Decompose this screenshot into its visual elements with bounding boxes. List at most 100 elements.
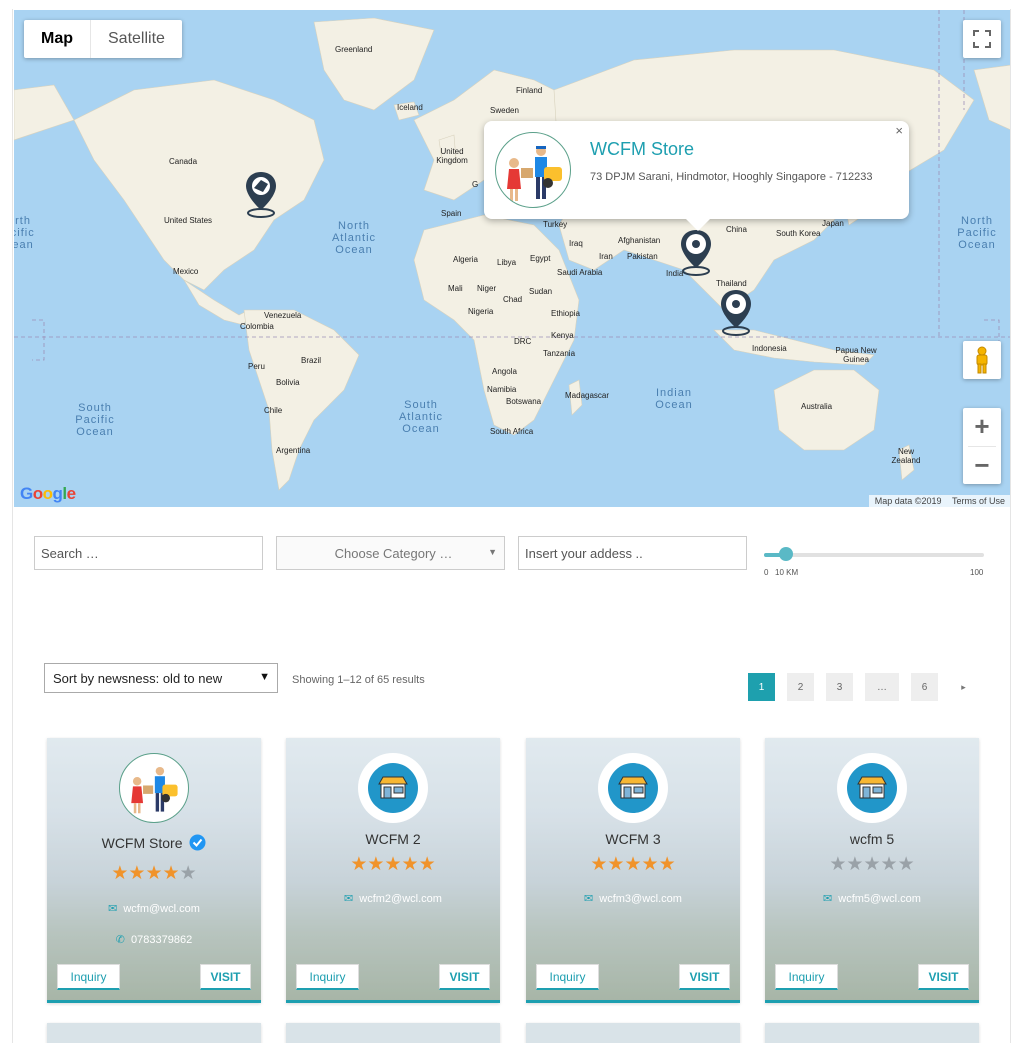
fullscreen-button[interactable] bbox=[963, 20, 1001, 58]
shop-icon bbox=[847, 763, 897, 813]
page-button-6[interactable]: 6 bbox=[911, 673, 938, 701]
slider-track bbox=[764, 553, 984, 557]
label-indian-ocean: Indian Ocean bbox=[655, 387, 693, 411]
store-marker-icon[interactable] bbox=[718, 288, 754, 336]
inquiry-button[interactable]: Inquiry bbox=[57, 964, 120, 990]
visit-button[interactable]: VISIT bbox=[918, 964, 969, 990]
label-venezuela: Venezuela bbox=[264, 311, 302, 320]
star-filled-icon: ★ bbox=[350, 854, 368, 875]
visit-button[interactable]: VISIT bbox=[200, 964, 251, 990]
star-empty-icon: ★ bbox=[880, 854, 898, 875]
star-filled-icon: ★ bbox=[624, 854, 642, 875]
store-name[interactable]: WCFM 2 bbox=[286, 831, 500, 847]
label-argentina: Argentina bbox=[276, 446, 311, 455]
store-email[interactable]: ✉ wcfm@wcl.com bbox=[47, 902, 261, 915]
page-button-3[interactable]: 3 bbox=[826, 673, 853, 701]
star-filled-icon: ★ bbox=[658, 854, 676, 875]
page-button-1[interactable]: 1 bbox=[748, 673, 775, 701]
label-north-pacific-left: North Pacific Ocean bbox=[14, 215, 35, 251]
sort-label: Sort by newsness: old to new bbox=[53, 670, 223, 686]
street-view-pegman-button[interactable] bbox=[963, 341, 1001, 379]
store-avatar[interactable] bbox=[598, 753, 668, 823]
next-page-icon[interactable]: ▸ bbox=[950, 673, 977, 701]
inquiry-button[interactable]: Inquiry bbox=[775, 964, 838, 990]
store-name[interactable]: wcfm 5 bbox=[765, 831, 979, 847]
delivery-illustration-icon bbox=[131, 766, 178, 814]
sort-select[interactable]: Sort by newsness: old to new ▼ bbox=[44, 663, 278, 693]
store-email-text: wcfm@wcl.com bbox=[123, 903, 200, 915]
results-count: Showing 1–12 of 65 results bbox=[292, 674, 425, 686]
label-egypt: Egypt bbox=[530, 254, 551, 263]
store-info-window: WCFM Store 73 DPJM Sarani, Hindmotor, Ho… bbox=[484, 121, 909, 231]
star-filled-icon: ★ bbox=[367, 854, 385, 875]
visit-button[interactable]: VISIT bbox=[679, 964, 730, 990]
label-botswana: Botswana bbox=[506, 397, 542, 406]
label-madagascar: Madagascar bbox=[565, 391, 610, 400]
star-filled-icon: ★ bbox=[401, 854, 419, 875]
store-email[interactable]: ✉ wcfm3@wcl.com bbox=[526, 892, 740, 905]
slider-handle[interactable] bbox=[779, 547, 793, 561]
label-chad: Chad bbox=[503, 295, 523, 304]
label-iran: Iran bbox=[599, 252, 613, 261]
zoom-in-button[interactable]: + bbox=[963, 408, 1001, 446]
label-drc: DRC bbox=[514, 337, 532, 346]
star-empty-icon: ★ bbox=[179, 863, 197, 884]
store-email-text: wcfm2@wcl.com bbox=[359, 893, 442, 905]
store-avatar[interactable] bbox=[119, 753, 189, 823]
star-filled-icon: ★ bbox=[590, 854, 608, 875]
search-input[interactable]: Search … bbox=[34, 536, 263, 570]
store-rating: ★★★★★ bbox=[526, 853, 740, 876]
address-input[interactable]: Insert your addess .. bbox=[518, 536, 747, 570]
star-filled-icon: ★ bbox=[145, 863, 163, 884]
label-australia: Australia bbox=[801, 402, 833, 411]
label-canada: Canada bbox=[169, 157, 198, 166]
category-select[interactable]: Choose Category … ▼ bbox=[276, 536, 505, 570]
store-card-partial bbox=[47, 1023, 261, 1043]
store-name[interactable]: WCFM Store bbox=[47, 834, 261, 851]
info-window-title[interactable]: WCFM Store bbox=[590, 139, 694, 160]
store-marker-icon[interactable] bbox=[243, 170, 279, 218]
store-avatar[interactable] bbox=[358, 753, 428, 823]
label-kenya: Kenya bbox=[551, 331, 574, 340]
label-brazil: Brazil bbox=[301, 356, 322, 365]
store-card-partial bbox=[765, 1023, 979, 1043]
fullscreen-icon bbox=[973, 30, 991, 48]
label-turkey: Turkey bbox=[543, 220, 568, 229]
store-name[interactable]: WCFM 3 bbox=[526, 831, 740, 847]
star-filled-icon: ★ bbox=[162, 863, 180, 884]
store-email[interactable]: ✉ wcfm5@wcl.com bbox=[765, 892, 979, 905]
star-empty-icon: ★ bbox=[897, 854, 915, 875]
map-data-text: Map data ©2019 bbox=[874, 496, 942, 506]
label-sudan: Sudan bbox=[529, 287, 553, 296]
star-filled-icon: ★ bbox=[384, 854, 402, 875]
close-icon[interactable]: × bbox=[895, 123, 903, 138]
page: Greenland Iceland Finland Sweden United … bbox=[12, 9, 1011, 1043]
terms-of-use-link[interactable]: Terms of Use bbox=[952, 496, 1005, 506]
label-pakistan: Pakistan bbox=[627, 252, 658, 261]
label-north-pacific: North Pacific Ocean bbox=[957, 215, 997, 251]
store-avatar[interactable] bbox=[837, 753, 907, 823]
visit-button[interactable]: VISIT bbox=[439, 964, 490, 990]
label-ethiopia: Ethiopia bbox=[551, 309, 580, 318]
map-type-satellite-button[interactable]: Satellite bbox=[91, 20, 182, 58]
phone-icon: ✆ bbox=[115, 934, 126, 946]
store-email[interactable]: ✉ wcfm2@wcl.com bbox=[286, 892, 500, 905]
label-china: China bbox=[726, 225, 747, 234]
inquiry-button[interactable]: Inquiry bbox=[536, 964, 599, 990]
zoom-out-button[interactable]: − bbox=[963, 446, 1001, 484]
label-afghanistan: Afghanistan bbox=[618, 236, 661, 245]
page-button-2[interactable]: 2 bbox=[787, 673, 814, 701]
verified-badge-icon bbox=[189, 834, 206, 851]
store-logo bbox=[495, 132, 571, 208]
store-map[interactable]: Greenland Iceland Finland Sweden United … bbox=[14, 10, 1010, 507]
store-phone-text: 0783379862 bbox=[131, 934, 193, 946]
star-filled-icon: ★ bbox=[111, 863, 129, 884]
store-phone[interactable]: ✆ 0783379862 bbox=[47, 933, 261, 946]
label-libya: Libya bbox=[497, 258, 517, 267]
google-logo[interactable]: Google bbox=[20, 484, 76, 504]
label-south-atlantic: South Atlantic Ocean bbox=[398, 399, 444, 435]
map-type-map-button[interactable]: Map bbox=[24, 20, 91, 58]
inquiry-button[interactable]: Inquiry bbox=[296, 964, 359, 990]
store-marker-icon[interactable] bbox=[678, 228, 714, 276]
label-namibia: Namibia bbox=[487, 385, 517, 394]
